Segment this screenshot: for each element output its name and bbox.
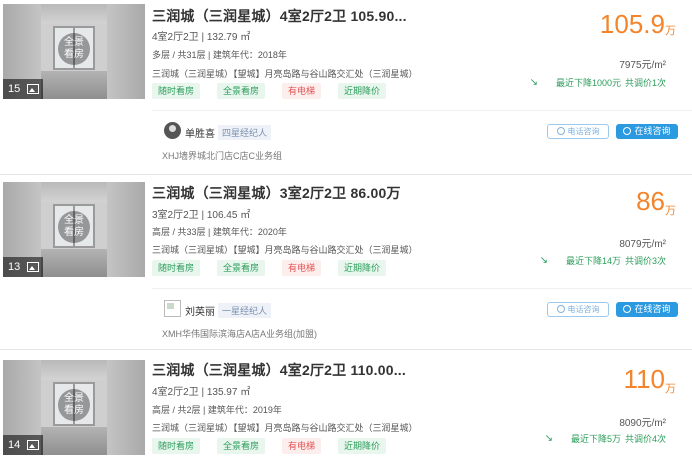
panorama-badge[interactable]: 全景 看房 [58, 211, 90, 243]
price-drop: ↘ 最近下降5万 共调价4次 [544, 433, 666, 444]
unit-price: 8079元/m² [619, 239, 666, 250]
tag: 近期降价 [338, 83, 387, 99]
photo-count-badge: 15 [3, 79, 43, 99]
listing-photo[interactable]: 全景 看房 13 [3, 182, 145, 277]
listing-layout: 4室2厅2卫 | 135.97 ㎡ [152, 387, 251, 398]
panorama-badge[interactable]: 全景 看房 [58, 389, 90, 421]
listing-title[interactable]: 三润城（三润星城）4室2厅2卫 105.90... [152, 6, 407, 26]
down-trend-icon: ↘ [544, 433, 553, 444]
photo-count-badge: 13 [3, 257, 43, 277]
listing-title[interactable]: 三润城（三润星城）3室2厅2卫 86.00万 [152, 183, 401, 203]
listing-photo[interactable]: 全景 看房 14 [3, 360, 145, 455]
listing-card[interactable]: 全景 看房 13 三润城（三润星城）3室2厅2卫 86.00万 3室2厅2卫 |… [0, 180, 692, 350]
tag: 近期降价 [338, 438, 387, 454]
down-trend-icon: ↘ [529, 77, 538, 88]
listing-card[interactable]: 全景 看房 14 三润城（三润星城）4室2厅2卫 110.00... 4室2厅2… [0, 350, 692, 467]
price-drop: ↘ 最近下降14万 共调价3次 [539, 255, 666, 266]
online-consult-button[interactable]: 在线咨询 [616, 124, 678, 139]
agent-level-badge: 四星经纪人 [218, 125, 272, 140]
tag: 随时看房 [152, 260, 201, 276]
panorama-badge[interactable]: 全景 看房 [58, 33, 90, 65]
listing-address[interactable]: 三润城（三润星城）【望城】月亮岛路与谷山路交汇处（三润星城） [152, 67, 418, 80]
listing-address[interactable]: 三润城（三润星城）【望城】月亮岛路与谷山路交汇处（三润星城） [152, 421, 418, 434]
image-icon [27, 262, 39, 272]
phone-icon [556, 305, 565, 313]
agent-store: XMH华伟国际滨海店A店A业务组(加盟) [162, 329, 318, 339]
agent-level-badge: 一星经纪人 [218, 303, 272, 318]
divider [0, 174, 692, 175]
tag: 有电梯 [282, 83, 322, 99]
tag-list: 随时看房 全景看房 有电梯 近期降价 [152, 83, 387, 99]
down-trend-icon: ↘ [539, 255, 548, 266]
total-price: 86 [636, 186, 665, 216]
tag-list: 随时看房 全景看房 有电梯 近期降价 [152, 438, 387, 454]
tag: 近期降价 [338, 260, 387, 276]
listing-floor: 多层 / 共31层 | 建筑年代：2018年 [152, 50, 287, 60]
tag: 有电梯 [282, 260, 322, 276]
phone-consult-button[interactable]: 电话咨询 [547, 124, 609, 139]
listing-title[interactable]: 三润城（三润星城）4室2厅2卫 110.00... [152, 360, 406, 380]
price-drop: ↘ 最近下降1000元 共调价1次 [529, 77, 666, 88]
price-unit: 万 [665, 383, 676, 395]
listing-floor: 高层 / 共33层 | 建筑年代：2020年 [152, 227, 287, 237]
listing-layout: 4室2厅2卫 | 132.79 ㎡ [152, 32, 251, 43]
chat-icon [623, 305, 632, 313]
phone-consult-button[interactable]: 电话咨询 [547, 302, 609, 317]
agent-name[interactable]: 单胜喜 [185, 125, 215, 140]
listing-address[interactable]: 三润城（三润星城）【望城】月亮岛路与谷山路交汇处（三润星城） [152, 243, 418, 256]
image-icon [27, 440, 39, 450]
listing-floor: 高层 / 共2层 | 建筑年代：2019年 [152, 405, 282, 415]
agent-store: XHJ墙界城北门店C店C业务组 [162, 151, 283, 161]
online-consult-button[interactable]: 在线咨询 [616, 302, 678, 317]
tag: 有电梯 [282, 438, 322, 454]
total-price: 110 [623, 364, 665, 394]
photo-count-badge: 14 [3, 435, 43, 455]
tag: 全景看房 [217, 260, 266, 276]
phone-icon [556, 127, 565, 135]
listing-card[interactable]: 全景 看房 15 三润城（三润星城）4室2厅2卫 105.90... 4室2厅2… [0, 0, 692, 180]
tag-list: 随时看房 全景看房 有电梯 近期降价 [152, 260, 387, 276]
tag: 随时看房 [152, 438, 201, 454]
avatar[interactable] [164, 300, 181, 317]
price-unit: 万 [665, 25, 676, 37]
tag: 随时看房 [152, 83, 201, 99]
unit-price: 7975元/m² [619, 60, 666, 71]
listing-photo[interactable]: 全景 看房 15 [3, 4, 145, 99]
unit-price: 8090元/m² [619, 418, 666, 429]
chat-icon [623, 127, 632, 135]
total-price: 105.9 [599, 9, 665, 39]
avatar[interactable] [164, 122, 181, 139]
price-unit: 万 [665, 205, 676, 217]
tag: 全景看房 [217, 83, 266, 99]
listing-layout: 3室2厅2卫 | 106.45 ㎡ [152, 210, 251, 221]
agent-name[interactable]: 刘英丽 [185, 303, 215, 318]
image-icon [27, 84, 39, 94]
tag: 全景看房 [217, 438, 266, 454]
